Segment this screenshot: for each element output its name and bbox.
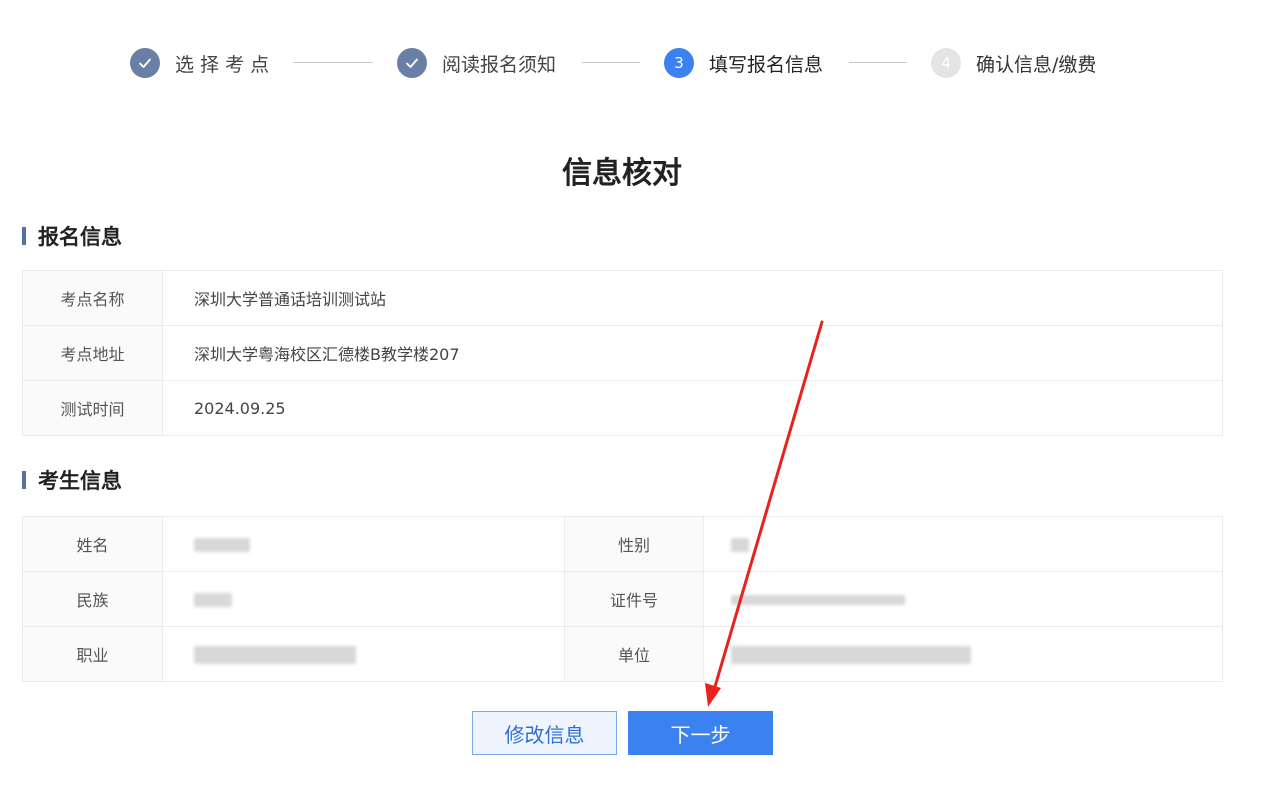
row-label: 民族 (22, 571, 163, 627)
step-indicator: 选 择 考 点 阅读报名须知 3 填写报名信息 4 确认信息/缴费 (0, 46, 1277, 80)
step-confirm-pay: 4 确认信息/缴费 (931, 46, 1096, 80)
candidate-table: 姓名 性别 民族 证件号 职业 单位 (22, 516, 1223, 682)
registration-table: 考点名称 深圳大学普通话培训测试站 考点地址 深圳大学粤海校区汇德楼B教学楼20… (22, 270, 1223, 436)
gender-value-redacted (703, 516, 1223, 572)
ethnicity-value-redacted (162, 571, 565, 627)
table-row: 职业 单位 (22, 626, 1223, 682)
step-divider (849, 62, 907, 63)
step-read-notice: 阅读报名须知 (397, 46, 556, 80)
row-label: 考点地址 (22, 325, 163, 381)
table-row: 姓名 性别 (22, 516, 1223, 572)
step-label: 阅读报名须知 (442, 53, 557, 76)
row-label: 考点名称 (22, 270, 163, 326)
table-row: 民族 证件号 (22, 571, 1223, 627)
table-row: 考点地址 深圳大学粤海校区汇德楼B教学楼207 (22, 325, 1223, 381)
step-number-badge: 4 (931, 48, 961, 78)
check-icon (130, 48, 160, 78)
step-divider (582, 62, 640, 63)
row-label: 证件号 (564, 571, 704, 627)
row-value: 2024.09.25 (162, 380, 1223, 436)
step-label: 填写报名信息 (709, 53, 824, 76)
employer-value-redacted (703, 626, 1223, 682)
row-label: 单位 (564, 626, 704, 682)
table-row: 考点名称 深圳大学普通话培训测试站 (22, 270, 1223, 326)
section-title: 考生信息 (38, 469, 122, 493)
section-marker (22, 471, 26, 489)
section-registration: 报名信息 (22, 224, 122, 249)
row-value: 深圳大学粤海校区汇德楼B教学楼207 (162, 325, 1223, 381)
row-label: 测试时间 (22, 380, 163, 436)
step-divider (293, 62, 373, 63)
step-label: 选 择 考 点 (175, 53, 270, 76)
table-row: 测试时间 2024.09.25 (22, 380, 1223, 436)
section-title: 报名信息 (38, 225, 122, 249)
section-candidate: 考生信息 (22, 468, 122, 493)
id-number-value-redacted (703, 571, 1223, 627)
step-number-badge: 3 (664, 48, 694, 78)
page-title: 信息核对 (562, 156, 682, 191)
row-label: 姓名 (22, 516, 163, 572)
row-label: 职业 (22, 626, 163, 682)
name-value-redacted (162, 516, 565, 572)
step-fill-info: 3 填写报名信息 (664, 46, 823, 80)
row-label: 性别 (564, 516, 704, 572)
occupation-value-redacted (162, 626, 565, 682)
step-select-center: 选 择 考 点 (130, 46, 269, 80)
step-label: 确认信息/缴费 (976, 53, 1097, 76)
section-marker (22, 227, 26, 245)
next-step-button[interactable]: 下一步 (628, 711, 773, 755)
edit-info-button[interactable]: 修改信息 (472, 711, 617, 755)
check-icon (397, 48, 427, 78)
row-value: 深圳大学普通话培训测试站 (162, 270, 1223, 326)
